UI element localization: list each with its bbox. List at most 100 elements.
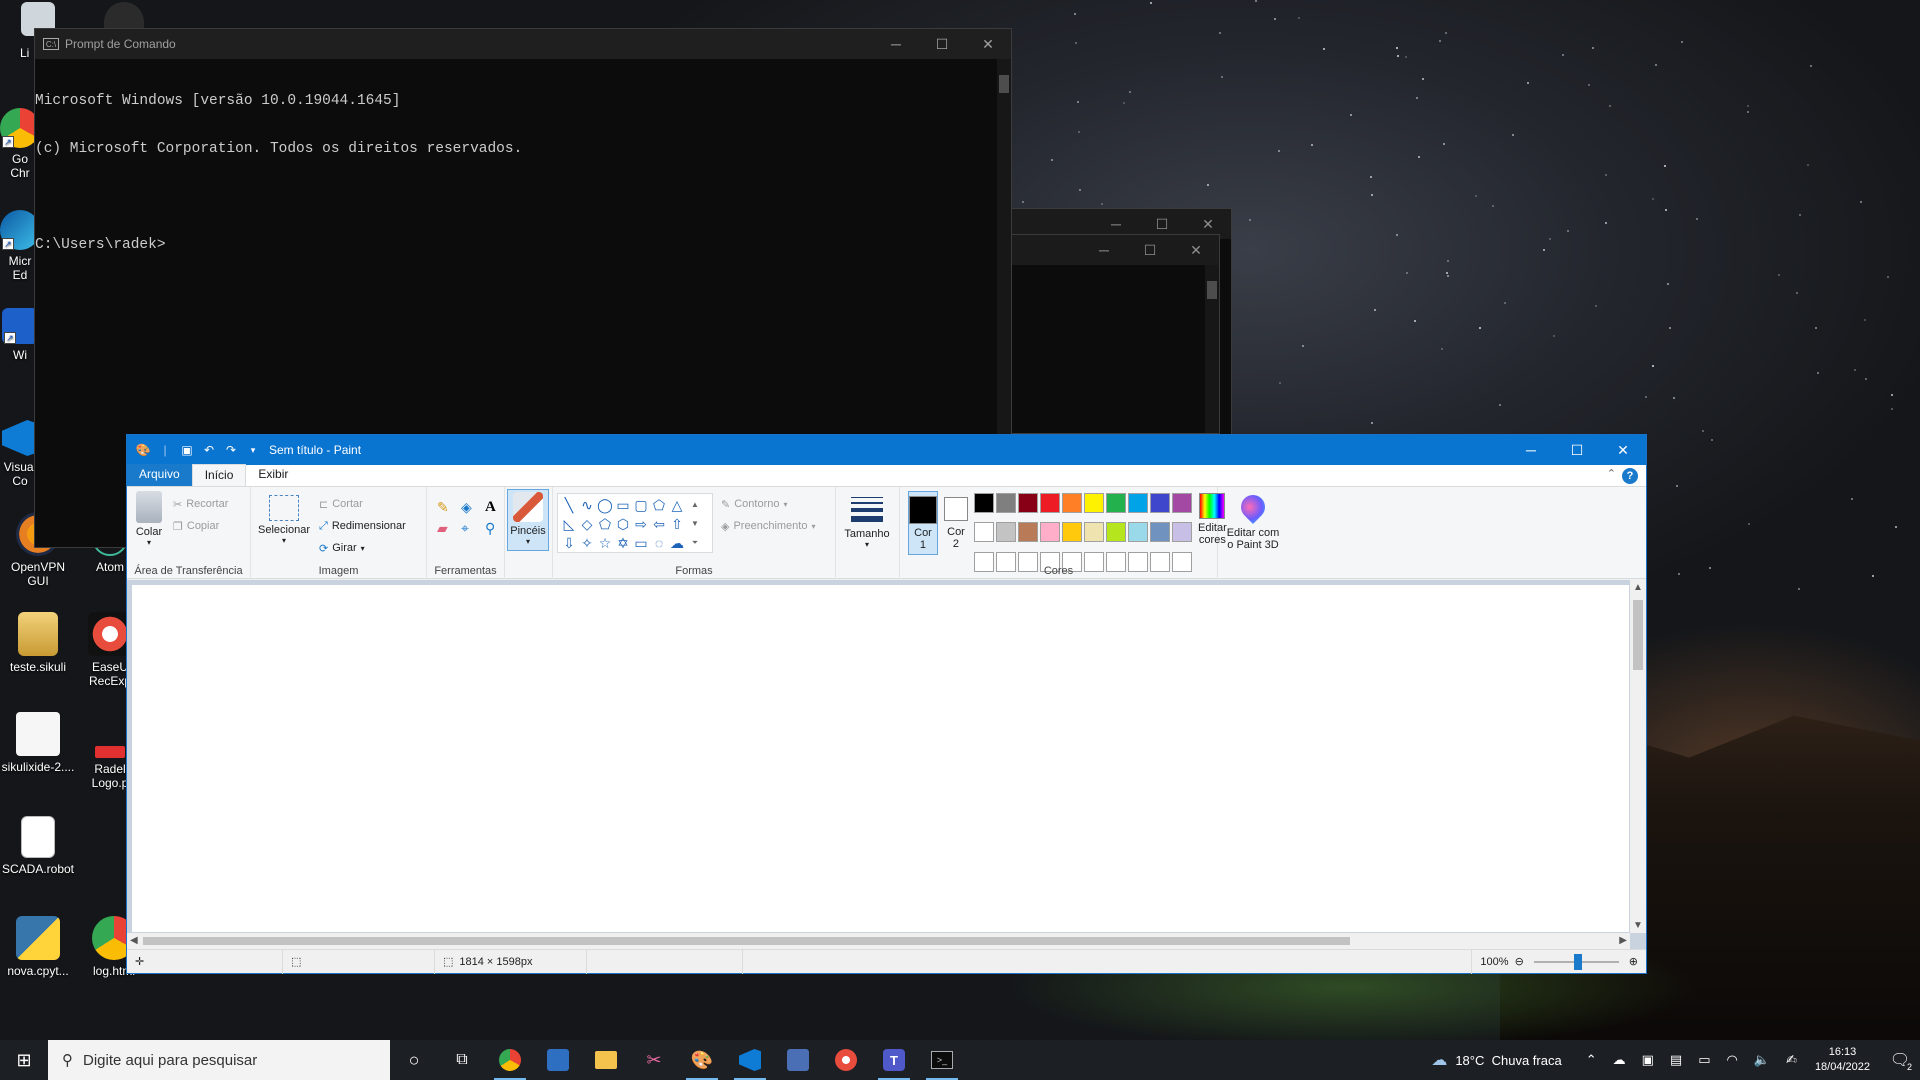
magnifier-icon[interactable]: ⚲	[485, 520, 505, 537]
taskbar-paint[interactable]: 🎨	[678, 1040, 726, 1080]
cortana-button[interactable]: ○	[390, 1040, 438, 1080]
rectangle-shape-icon[interactable]: ▭	[614, 496, 632, 515]
fill-icon[interactable]: ◈	[461, 499, 481, 516]
rounded-rectangle-shape-icon[interactable]: ▢	[632, 496, 650, 515]
cloud-callout-shape-icon[interactable]: ☁	[668, 534, 686, 553]
minimize-icon[interactable]: ─	[873, 29, 919, 59]
wifi-icon[interactable]: ◠	[1727, 1052, 1738, 1068]
hexagon-shape-icon[interactable]: ⬡	[614, 515, 632, 534]
color-swatch[interactable]	[1084, 522, 1104, 543]
color-swatch[interactable]	[974, 493, 994, 513]
scroll-down-icon[interactable]: ▼	[686, 515, 704, 534]
clock[interactable]: 16:13 18/04/2022	[1805, 1045, 1880, 1075]
rect-callout-shape-icon[interactable]: ▭	[632, 534, 650, 553]
oval-shape-icon[interactable]: ◯	[596, 496, 614, 515]
close-icon[interactable]: ✕	[1173, 235, 1219, 265]
pentagon-shape-icon[interactable]: ⬠	[596, 515, 614, 534]
left-arrow-shape-icon[interactable]: ⇦	[650, 515, 668, 534]
color-swatch[interactable]	[1084, 493, 1104, 513]
volume-icon[interactable]: 🔈	[1754, 1052, 1770, 1068]
rotate-button[interactable]: ⟳ Girar ▾	[319, 537, 406, 559]
color-picker-icon[interactable]: ⌖	[461, 520, 481, 537]
scroll-down-icon[interactable]: ▼	[1633, 920, 1643, 931]
color-swatch[interactable]	[1128, 522, 1148, 543]
taskbar-teams[interactable]: T	[870, 1040, 918, 1080]
tray-app-icon[interactable]: ▣	[1642, 1052, 1654, 1068]
vertical-scrollbar[interactable]: ▲ ▼	[1630, 580, 1646, 933]
color-swatch[interactable]	[996, 522, 1016, 543]
maximize-icon[interactable]: ☐	[1127, 235, 1173, 265]
text-icon[interactable]: A	[485, 499, 505, 516]
color-swatch[interactable]	[1128, 493, 1148, 513]
polygon-shape-icon[interactable]: ⬠	[650, 496, 668, 515]
color-swatch[interactable]	[1172, 522, 1192, 543]
taskbar-snipping[interactable]: ✂	[630, 1040, 678, 1080]
color-swatch[interactable]	[1018, 522, 1038, 543]
drawing-canvas[interactable]	[132, 585, 1629, 932]
desktop-icon-sikulixide[interactable]: sikulixide-2....	[0, 712, 76, 774]
pencil-icon[interactable]: ✎	[437, 499, 457, 516]
oval-callout-shape-icon[interactable]: ◌	[650, 534, 668, 553]
crop-button[interactable]: ⊏ Cortar	[319, 493, 406, 515]
color-swatch[interactable]	[974, 522, 994, 543]
redo-icon[interactable]: ↷	[223, 442, 239, 458]
more-shapes-icon[interactable]: ⏷	[686, 534, 704, 553]
color-swatch[interactable]	[1040, 493, 1060, 513]
weather-text[interactable]: 18°C Chuva fraca	[1455, 1053, 1561, 1068]
scrollbar-thumb[interactable]	[143, 937, 1350, 945]
taskbar-chrome[interactable]	[486, 1040, 534, 1080]
scroll-right-icon[interactable]: ▶	[1619, 935, 1627, 946]
minimize-icon[interactable]: ─	[1508, 435, 1554, 465]
diamond-shape-icon[interactable]: ◇	[578, 515, 596, 534]
brushes-button[interactable]: Pincéis ▾	[507, 489, 549, 551]
undo-icon[interactable]: ↶	[201, 442, 217, 458]
scrollbar-thumb[interactable]	[1207, 281, 1217, 299]
up-arrow-shape-icon[interactable]: ⇧	[668, 515, 686, 534]
scroll-up-icon[interactable]: ▲	[1633, 582, 1643, 593]
tab-inicio[interactable]: Início	[191, 464, 247, 486]
size-button[interactable]: Tamanho ▾	[840, 491, 894, 549]
horizontal-scrollbar[interactable]: ◀ ▶	[127, 933, 1630, 949]
cut-button[interactable]: ✂ Recortar	[173, 493, 228, 515]
color-swatch[interactable]	[1018, 493, 1038, 513]
desktop-icon-scada-robot[interactable]: SCADA.robot	[0, 816, 76, 876]
right-arrow-shape-icon[interactable]: ⇨	[632, 515, 650, 534]
zoom-slider[interactable]	[1533, 953, 1619, 970]
cmd-titlebar[interactable]: C:\ Prompt de Comando ─ ☐ ✕	[35, 29, 1011, 59]
background-window-2[interactable]: ─ ☐ ✕	[1000, 234, 1220, 434]
battery-icon[interactable]: ▭	[1698, 1052, 1710, 1068]
zoom-slider-knob[interactable]	[1573, 953, 1582, 970]
tab-exibir[interactable]: Exibir	[246, 464, 300, 486]
color-swatch[interactable]	[1062, 522, 1082, 543]
scrollbar[interactable]	[1205, 265, 1219, 433]
color-swatch[interactable]	[1106, 522, 1126, 543]
outline-button[interactable]: ✎ Contorno ▾	[721, 493, 815, 515]
cmd-output[interactable]: Microsoft Windows [versão 10.0.19044.164…	[35, 59, 1011, 285]
color-swatch[interactable]	[1062, 493, 1082, 513]
task-view-button[interactable]: ⧉	[438, 1040, 486, 1080]
curve-shape-icon[interactable]: ∿	[578, 496, 596, 515]
right-triangle-shape-icon[interactable]: ◺	[560, 515, 578, 534]
color-swatch[interactable]	[1172, 493, 1192, 513]
tray-app-icon[interactable]: ▤	[1670, 1052, 1682, 1068]
four-point-star-shape-icon[interactable]: ✧	[578, 534, 596, 553]
resize-button[interactable]: ⤢ Redimensionar	[319, 515, 406, 537]
color1-button[interactable]: Cor 1	[908, 491, 938, 555]
five-point-star-shape-icon[interactable]: ☆	[596, 534, 614, 553]
edit-paint3d-button[interactable]: Editar com o Paint 3D	[1222, 490, 1284, 551]
minimize-icon[interactable]: ─	[1081, 235, 1127, 265]
scrollbar-thumb[interactable]	[1633, 600, 1643, 670]
maximize-icon[interactable]: ☐	[1554, 435, 1600, 465]
copy-button[interactable]: ❐ Copiar	[173, 515, 228, 537]
desktop-icon-nova-python[interactable]: nova.cpyt...	[0, 916, 76, 978]
taskbar-file-explorer[interactable]	[582, 1040, 630, 1080]
desktop-icon-teste-sikuli[interactable]: teste.sikuli	[0, 612, 76, 674]
color-swatch[interactable]	[1106, 493, 1126, 513]
zoom-in-icon[interactable]: ⊕	[1629, 955, 1638, 968]
line-shape-icon[interactable]: ╲	[560, 496, 578, 515]
pen-icon[interactable]: ✍	[1786, 1052, 1797, 1068]
shapes-gallery[interactable]: ╲ ∿ ◯ ▭ ▢ ⬠ △ ▲ ◺ ◇ ⬠ ⬡ ⇨ ⇦ ⇧ ▼ ⇩ ✧ ☆ ✡ ▭ ◌ ☁ ⏷	[557, 493, 713, 553]
tab-arquivo[interactable]: Arquivo	[127, 464, 192, 486]
scrollbar-thumb[interactable]	[999, 75, 1009, 93]
zoom-out-icon[interactable]: ⊖	[1515, 955, 1524, 968]
